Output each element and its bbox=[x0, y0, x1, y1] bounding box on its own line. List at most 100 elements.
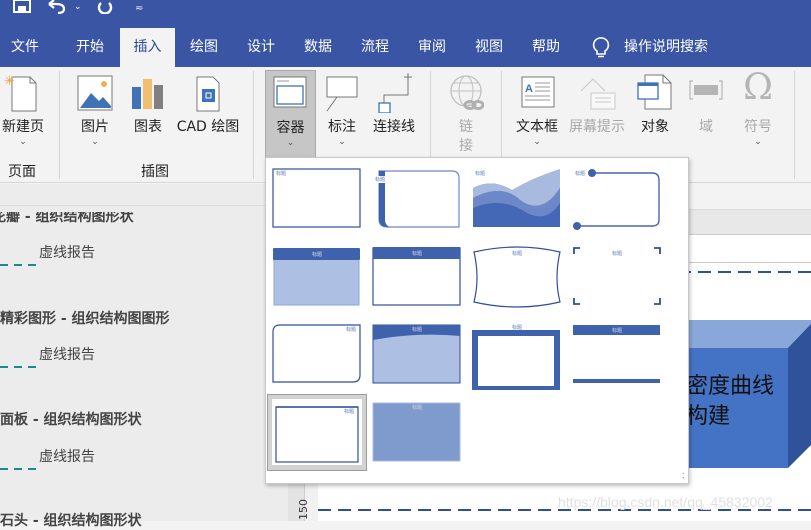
container-style-7[interactable]: 标题 bbox=[472, 246, 564, 312]
tab-draw[interactable]: 绘图 bbox=[180, 28, 228, 67]
link-label-2: 接 bbox=[459, 138, 473, 154]
textbox-label: 文本框 bbox=[516, 119, 558, 135]
box-text-line-1: 密度曲线 bbox=[686, 374, 775, 399]
symbol-button[interactable]: Ω 符号 ⌄ bbox=[736, 67, 780, 159]
textbox-icon: A bbox=[521, 76, 555, 108]
group-divider bbox=[253, 71, 254, 179]
tab-home[interactable]: 开始 bbox=[62, 28, 118, 67]
object-button[interactable]: 对象 bbox=[634, 67, 676, 159]
omega-icon: Ω bbox=[743, 67, 773, 108]
container-style-2[interactable]: 标题 bbox=[372, 168, 464, 234]
connector-button[interactable]: 连接线 bbox=[368, 67, 420, 159]
shape-dashed-report[interactable]: 虚线报告 bbox=[39, 242, 95, 262]
container-style-8[interactable]: 标题 bbox=[572, 246, 664, 312]
chart-icon bbox=[132, 79, 163, 109]
undo-icon[interactable] bbox=[46, 0, 70, 16]
lightbulb-icon[interactable] bbox=[592, 37, 610, 63]
container-gallery: 标题 标题 标题 标题 标题 标题 标题 标题 标题 标题 标题 标题 标题 标… bbox=[265, 157, 689, 484]
textbox-button[interactable]: A 文本框 ⌄ bbox=[512, 67, 562, 159]
tab-insert[interactable]: 插入 bbox=[120, 28, 175, 67]
chart-button[interactable]: 图表 bbox=[128, 67, 168, 159]
container-style-13-selected[interactable]: 标题 bbox=[267, 394, 367, 471]
callout-label: 标注 bbox=[328, 119, 356, 135]
tab-data[interactable]: 数据 bbox=[294, 28, 342, 67]
container-style-5[interactable]: 标题 bbox=[272, 246, 364, 312]
container-title-text: 标题 bbox=[375, 176, 385, 183]
new-page-icon: ✳ bbox=[4, 74, 37, 112]
tab-file[interactable]: 文件 bbox=[0, 28, 50, 67]
container-style-14[interactable]: 标题 bbox=[372, 402, 464, 468]
save-icon[interactable] bbox=[12, 0, 32, 16]
container-style-4[interactable]: 标题 bbox=[572, 168, 664, 234]
chevron-down-icon: ⌄ bbox=[19, 137, 27, 147]
shape-dashed-report[interactable]: 虚线报告 bbox=[39, 446, 95, 466]
tell-me-search[interactable]: 操作说明搜索 bbox=[624, 28, 720, 67]
resize-grip-icon[interactable]: ⠨ bbox=[679, 472, 685, 481]
connector-label: 连接线 bbox=[373, 119, 415, 135]
picture-button[interactable]: 图片 ⌄ bbox=[73, 67, 117, 159]
screentip-label: 屏幕提示 bbox=[569, 119, 625, 135]
container-title-text: 标题 bbox=[276, 170, 286, 177]
container-title-text: 标题 bbox=[575, 170, 585, 177]
container-style-11[interactable]: 标题 bbox=[472, 324, 564, 392]
object-label: 对象 bbox=[641, 119, 669, 135]
shapes-pane: 花瓣 - 组织结构图形状 虚线报告 精彩图形 - 组织结构图图形 虚线报告 面板… bbox=[0, 184, 288, 529]
stencil-title[interactable]: 花瓣 - 组织结构图形状 bbox=[0, 212, 134, 226]
symbol-label: 符号 bbox=[744, 119, 772, 135]
container-title-text: 标题 bbox=[412, 250, 422, 257]
field-icon bbox=[689, 80, 723, 100]
container-title-text: 标题 bbox=[512, 250, 522, 257]
stencil-title[interactable]: 精彩图形 - 组织结构图图形 bbox=[0, 308, 170, 328]
container-title-text: 标题 bbox=[612, 327, 622, 334]
callout-button[interactable]: 标注 ⌄ bbox=[322, 67, 362, 159]
chevron-down-icon: ⌄ bbox=[91, 137, 99, 147]
callout-icon bbox=[326, 76, 358, 112]
chevron-down-icon: ⌄ bbox=[533, 137, 541, 147]
tab-design[interactable]: 设计 bbox=[237, 28, 285, 67]
cad-drawing-label: CAD 绘图 bbox=[176, 119, 240, 135]
tab-review[interactable]: 审阅 bbox=[408, 28, 456, 67]
container-title-text: 标题 bbox=[412, 404, 422, 411]
container-style-10[interactable]: 标题 bbox=[372, 324, 464, 390]
cad-drawing-button[interactable]: CAD 绘图 bbox=[173, 67, 243, 159]
chevron-down-icon: ⌄ bbox=[286, 138, 295, 148]
shape-dashed-report[interactable]: 虚线报告 bbox=[39, 344, 95, 364]
container-button[interactable]: 容器 ⌄ bbox=[265, 70, 316, 159]
tab-help[interactable]: 帮助 bbox=[522, 28, 570, 67]
undo-dropdown-icon[interactable]: ⌄ bbox=[74, 0, 82, 14]
stencil-title[interactable]: 面板 - 组织结构图形状 bbox=[0, 409, 142, 429]
screentip-icon bbox=[580, 78, 616, 110]
chart-label: 图表 bbox=[134, 119, 162, 135]
container-icon bbox=[273, 76, 307, 108]
tab-view[interactable]: 视图 bbox=[465, 28, 513, 67]
picture-label: 图片 bbox=[81, 119, 109, 135]
dashed-line-icon bbox=[0, 366, 37, 368]
redo-icon[interactable] bbox=[95, 0, 115, 16]
box-text-line-2: 构建 bbox=[686, 404, 731, 429]
dashed-line-icon bbox=[0, 468, 37, 470]
group-illustrations-label: 插图 bbox=[141, 164, 169, 180]
stencil-title[interactable]: 石头 - 组织结构图形状 bbox=[0, 510, 142, 530]
quick-access-toolbar: ⌄ ≂ bbox=[0, 0, 811, 28]
chevron-down-icon: ⌄ bbox=[338, 137, 346, 147]
container-title-text: 标题 bbox=[344, 408, 354, 415]
container-style-9[interactable]: 标题 bbox=[272, 324, 364, 390]
container-style-6[interactable]: 标题 bbox=[372, 246, 464, 312]
cad-drawing-icon bbox=[196, 76, 220, 112]
shapes-pane-header bbox=[0, 184, 288, 206]
connector-icon bbox=[378, 73, 412, 113]
link-button[interactable]: 链 接 bbox=[442, 67, 490, 159]
container-style-1[interactable]: 标题 bbox=[272, 168, 364, 234]
screentip-button[interactable]: 屏幕提示 bbox=[565, 67, 629, 159]
link-globe-icon bbox=[450, 75, 484, 110]
tab-process[interactable]: 流程 bbox=[351, 28, 399, 67]
customize-toolbar-icon[interactable]: ≂ bbox=[135, 2, 143, 16]
picture-icon bbox=[77, 75, 113, 111]
container-title-text: 标题 bbox=[412, 326, 422, 333]
container-style-12[interactable]: 标题 bbox=[572, 324, 664, 390]
container-title-text: 标题 bbox=[346, 326, 356, 333]
container-style-3[interactable]: 标题 bbox=[472, 168, 564, 234]
watermark: https://blog.csdn.net/qq_45832002 bbox=[558, 494, 773, 510]
new-page-button[interactable]: ✳ 新建页 ⌄ bbox=[0, 67, 46, 159]
field-button[interactable]: 域 bbox=[686, 67, 726, 159]
